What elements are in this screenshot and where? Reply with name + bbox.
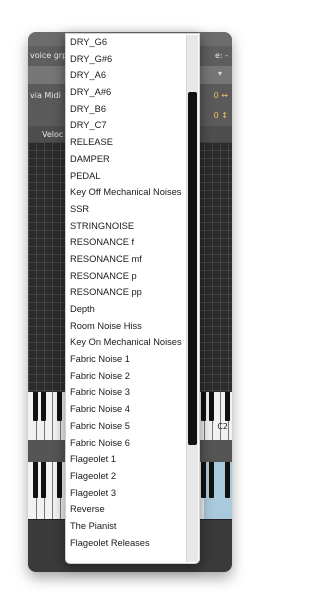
- menu-item[interactable]: DRY_G6: [66, 34, 185, 51]
- menu-scrollbar[interactable]: [186, 35, 198, 562]
- edit-label: e: -: [214, 51, 228, 60]
- arrows-vertical[interactable]: 0 ↕: [214, 111, 228, 120]
- black-key[interactable]: [33, 462, 38, 498]
- menu-item[interactable]: RESONANCE pp: [66, 284, 185, 301]
- black-key[interactable]: [57, 392, 62, 421]
- menu-item[interactable]: DRY_A#6: [66, 84, 185, 101]
- menu-item[interactable]: DRY_G#6: [66, 51, 185, 68]
- black-key[interactable]: [225, 392, 230, 421]
- menu-item[interactable]: Flageolet 1: [66, 451, 185, 468]
- menu-item[interactable]: RESONANCE f: [66, 234, 185, 251]
- black-key[interactable]: [33, 392, 38, 421]
- menu-list: DRY_G6 DRY_G#6 DRY_A6 DRY_A#6 DRY_B6 DRY_C7 RE…: [66, 34, 185, 551]
- scrollbar-thumb[interactable]: [188, 92, 197, 445]
- black-key[interactable]: [201, 462, 206, 498]
- menu-item[interactable]: SSR: [66, 201, 185, 218]
- black-key[interactable]: [41, 462, 46, 498]
- menu-item[interactable]: Fabric Noise 6: [66, 435, 185, 452]
- menu-item[interactable]: Fabric Noise 1: [66, 351, 185, 368]
- menu-item[interactable]: STRINGNOISE: [66, 218, 185, 235]
- menu-item[interactable]: PEDAL: [66, 168, 185, 185]
- menu-item[interactable]: Depth: [66, 301, 185, 318]
- black-key[interactable]: [225, 462, 230, 498]
- black-key[interactable]: [209, 462, 214, 498]
- menu-item[interactable]: DAMPER: [66, 151, 185, 168]
- menu-item[interactable]: Key Off Mechanical Noises: [66, 184, 185, 201]
- menu-item[interactable]: DRY_A6: [66, 67, 185, 84]
- black-key[interactable]: [57, 462, 62, 498]
- menu-item[interactable]: The Pianist: [66, 518, 185, 535]
- menu-item[interactable]: Fabric Noise 4: [66, 401, 185, 418]
- chevron-down-icon[interactable]: ▾: [218, 69, 222, 78]
- menu-item[interactable]: RESONANCE mf: [66, 251, 185, 268]
- menu-item[interactable]: Fabric Noise 5: [66, 418, 185, 435]
- group-label: voice grp.: [30, 51, 70, 60]
- velocity-label: Veloc: [42, 130, 64, 139]
- menu-item[interactable]: Fabric Noise 2: [66, 368, 185, 385]
- menu-item[interactable]: Flageolet 3: [66, 485, 185, 502]
- menu-item[interactable]: Reverse: [66, 501, 185, 518]
- black-key[interactable]: [201, 392, 206, 421]
- menu-item[interactable]: DRY_C7: [66, 117, 185, 134]
- keyboard-label: C2: [217, 422, 228, 431]
- dropdown-menu: DRY_G6 DRY_G#6 DRY_A6 DRY_A#6 DRY_B6 DRY_C7 RE…: [65, 33, 200, 564]
- black-key[interactable]: [41, 392, 46, 421]
- menu-item[interactable]: Flageolet 2: [66, 468, 185, 485]
- menu-item[interactable]: Flageolet Releases: [66, 535, 185, 552]
- menu-item[interactable]: RELEASE: [66, 134, 185, 151]
- menu-item[interactable]: Room Noise Hiss: [66, 318, 185, 335]
- menu-item[interactable]: Fabric Noise 3: [66, 384, 185, 401]
- midi-label: via Midi: [30, 91, 61, 100]
- menu-item[interactable]: RESONANCE p: [66, 268, 185, 285]
- arrows-horizontal[interactable]: 0 ↔: [214, 91, 228, 100]
- menu-item[interactable]: Key On Mechanical Noises: [66, 334, 185, 351]
- black-key[interactable]: [209, 392, 214, 421]
- menu-item[interactable]: DRY_B6: [66, 101, 185, 118]
